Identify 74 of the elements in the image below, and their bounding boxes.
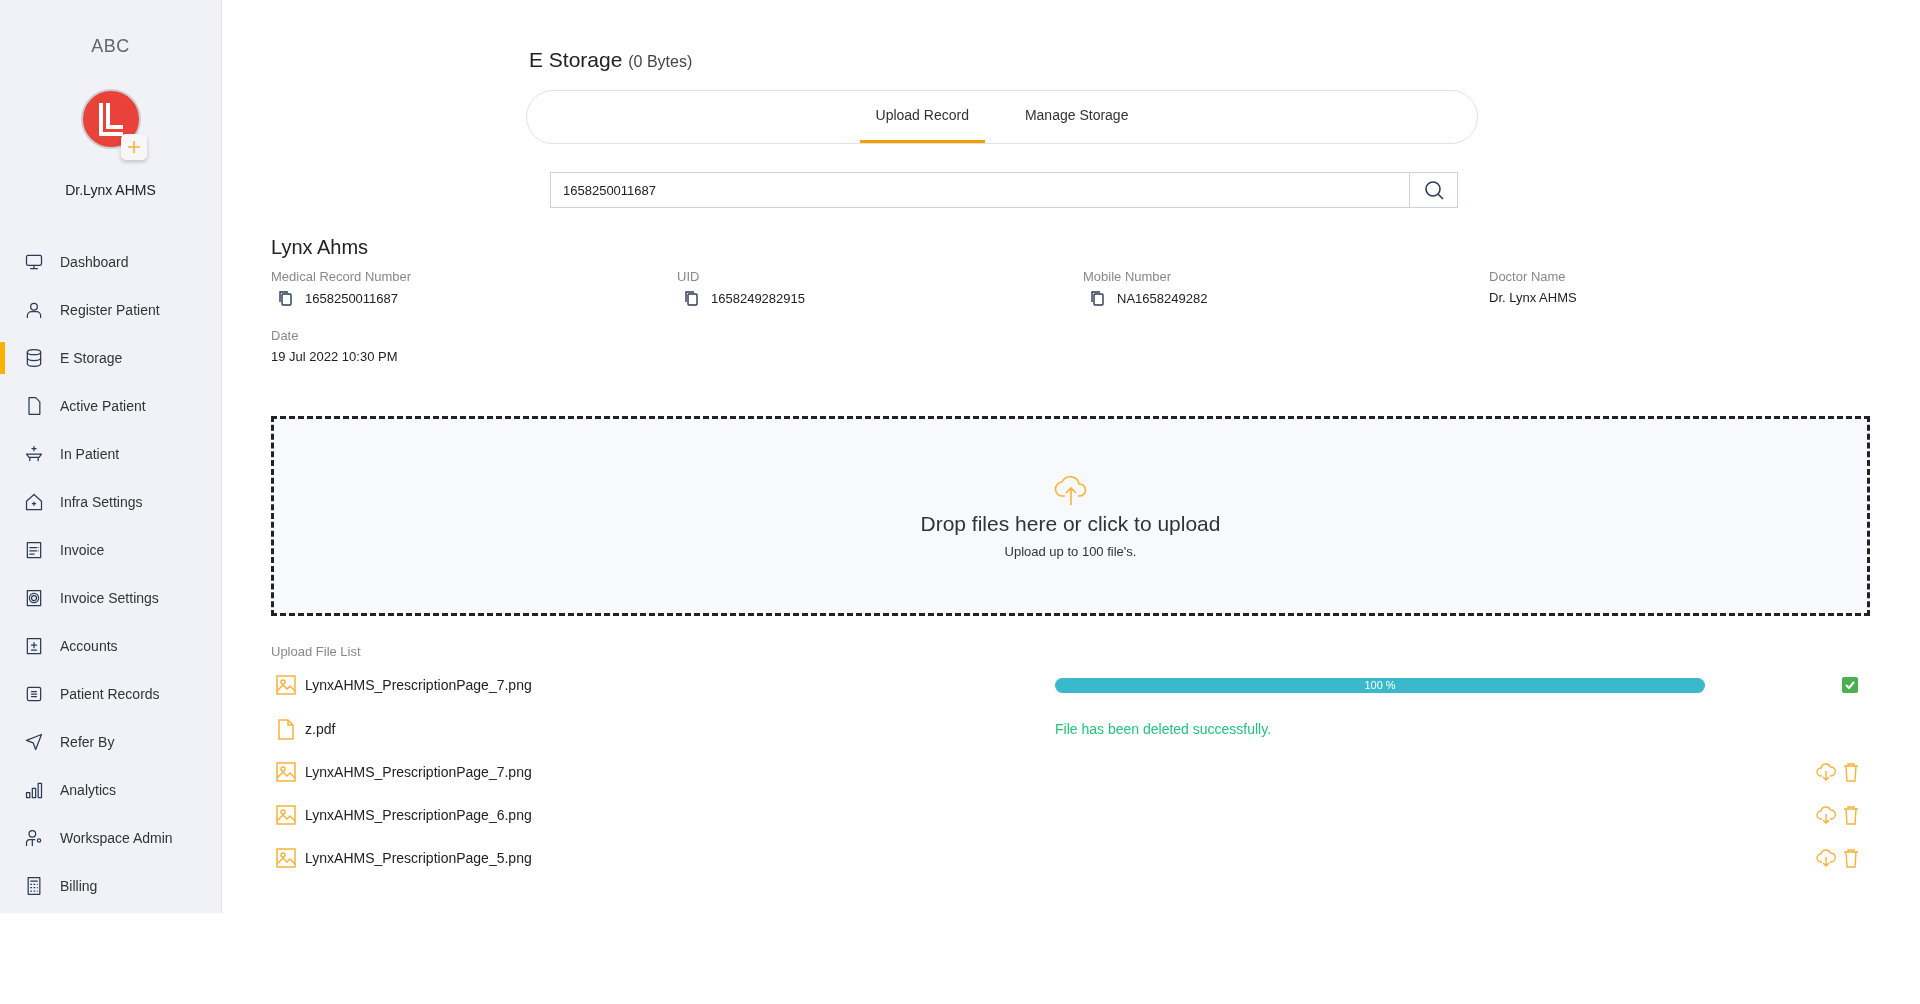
tab[interactable]: Manage Storage [1008,91,1145,143]
nav-item[interactable]: Refer By [0,718,221,766]
nav-icon [24,636,44,656]
nav-icon [24,300,44,320]
image-file-icon [275,674,297,696]
organization-name: ABC [91,36,130,57]
user-name: Dr.Lynx AHMS [65,182,156,198]
plus-icon [126,140,141,154]
nav-icon [24,348,44,368]
nav-item[interactable]: Workspace Admin [0,814,221,862]
image-file-icon [275,760,297,783]
nav-item[interactable]: Analytics [0,766,221,814]
field-label: Doctor Name [1489,269,1567,284]
search-button[interactable] [1409,172,1458,208]
trash-icon[interactable] [1842,804,1860,825]
file-name: LynxAHMS_PrescriptionPage_6.png [305,806,533,823]
nav-icon [24,684,44,704]
image-file-icon [275,846,297,869]
field-label: Medical Record Number [271,269,413,284]
field-value: 19 Jul 2022 10:30 PM [271,349,398,364]
nav-icon [24,588,44,608]
file-name: LynxAHMS_PrescriptionPage_7.png [305,677,533,693]
nav-icon [24,828,44,848]
dropzone-hint: Upload up to 100 file's. [1004,543,1137,559]
copy-icon[interactable] [1089,290,1105,306]
nav-item[interactable]: Active Patient [0,382,221,430]
progress-reading: 100 % [1364,679,1396,691]
search-field[interactable]: 1658250011687 [550,172,1409,208]
nav-icon [24,444,44,464]
patient-name: Lynx Ahms [271,236,370,259]
nav-icon [24,252,44,272]
trash-icon[interactable] [1842,761,1860,782]
download-icon[interactable] [1816,847,1836,868]
document-file-icon [275,717,297,740]
nav-item[interactable]: In Patient [0,430,221,478]
nav-item[interactable]: Billing [0,862,221,910]
page-title: E Storage (0 Bytes) [529,48,694,72]
nav-item[interactable]: Infra Settings [0,478,221,526]
nav-item[interactable]: E Storage [0,334,221,382]
file-name: LynxAHMS_PrescriptionPage_5.png [305,849,533,866]
search-icon [1423,180,1444,200]
field-value: 1658250011687 [305,290,399,306]
field-value: Dr. Lynx AHMS [1489,290,1577,305]
field-value: NA1658249282 [1117,290,1208,306]
nav-item[interactable]: Invoice [0,526,221,574]
nav-item[interactable]: Dashboard [0,238,221,286]
nav-item[interactable]: Patient Records [0,670,221,718]
nav-icon [24,492,44,512]
status-message: File has been deleted successfully. [1055,720,1272,737]
nav-icon [24,780,44,800]
nav-icon [24,732,44,752]
nav-item[interactable]: Accounts [0,622,221,670]
copy-icon[interactable] [277,290,293,306]
field-label: Date [271,328,300,343]
nav-item[interactable]: Register Patient [0,286,221,334]
nav-icon [24,540,44,560]
field-value: 1658249282915 [711,290,805,306]
dropzone-title: Drop files here or click to upload [920,511,1221,536]
image-file-icon [275,803,297,826]
file-name: LynxAHMS_PrescriptionPage_7.png [305,763,533,780]
download-icon[interactable] [1816,804,1836,825]
trash-icon[interactable] [1842,847,1860,868]
add-photo-button[interactable] [120,134,147,160]
tab[interactable]: Upload Record [859,91,985,143]
field-label: UID [677,269,701,284]
logo-avatar [80,89,141,149]
copy-icon[interactable] [683,290,699,306]
cloud-upload-icon [1053,473,1088,506]
download-icon[interactable] [1816,761,1836,782]
file-name: z.pdf [305,720,337,737]
upload-dropzone[interactable]: Drop files here or click to upload Upload up to 100 file's. [271,416,1870,616]
field-label: Mobile Number [1083,269,1173,284]
section-label: Upload File List [271,644,362,659]
nav-item[interactable]: Invoice Settings [0,574,221,622]
